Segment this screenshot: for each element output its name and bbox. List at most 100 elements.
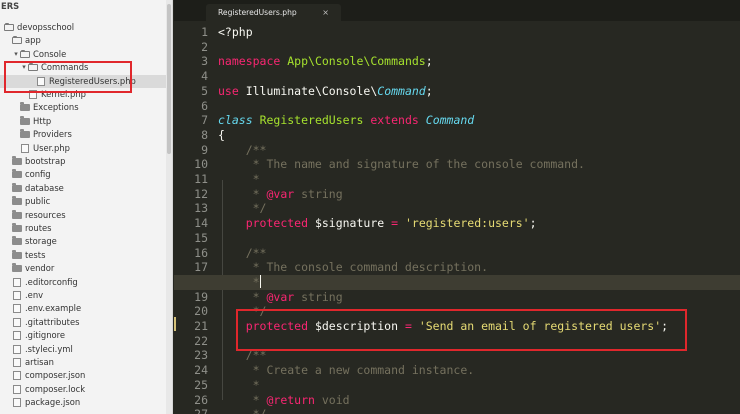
code-line-content: <?php: [218, 25, 253, 39]
tree-file[interactable]: .editorconfig: [0, 276, 166, 289]
code-token: string: [294, 289, 343, 304]
tree-file[interactable]: Kernel.php: [0, 88, 166, 101]
code-line[interactable]: *: [218, 172, 740, 187]
tree-folder[interactable]: tests: [0, 249, 166, 262]
tree-item-label: .gitattributes: [25, 316, 80, 327]
code-line[interactable]: namespace App\Console\Commands;: [218, 54, 740, 69]
code-line[interactable]: * @var string: [218, 290, 740, 305]
chevron-down-icon[interactable]: ▾: [12, 48, 20, 61]
tree-item-label: resources: [25, 209, 66, 220]
file-icon: [13, 371, 21, 381]
tree-file[interactable]: RegisteredUsers.php: [0, 74, 166, 88]
code-line[interactable]: [218, 334, 740, 349]
code-line[interactable]: * @var string: [218, 187, 740, 202]
tree-item-label: storage: [25, 236, 57, 247]
tree-folder[interactable]: app: [0, 34, 166, 47]
line-number: 12: [194, 186, 208, 201]
folder-icon: [12, 263, 22, 273]
file-icon: [13, 384, 21, 394]
line-number: 26: [194, 392, 208, 407]
tree-folder[interactable]: bootstrap: [0, 155, 166, 168]
line-number: 19: [194, 289, 208, 304]
code-line[interactable]: class RegisteredUsers extends Command: [218, 113, 740, 128]
code-line-content: namespace App\Console\Commands;: [218, 54, 433, 68]
tree-folder[interactable]: config: [0, 168, 166, 181]
tree-folder[interactable]: storage: [0, 235, 166, 248]
tree-file[interactable]: .gitattributes: [0, 316, 166, 329]
code-line[interactable]: * The name and signature of the console …: [218, 157, 740, 172]
tree-folder[interactable]: ▾ Commands: [0, 61, 166, 74]
code-area[interactable]: <?php namespace App\Console\Commands; use …: [174, 21, 740, 414]
tree-file[interactable]: composer.lock: [0, 383, 166, 396]
tree-item-label: database: [25, 182, 64, 193]
folder-icon: [12, 249, 22, 259]
code-line[interactable]: */: [218, 407, 740, 414]
code-token: $signature: [308, 216, 392, 231]
tree-file[interactable]: .styleci.yml: [0, 343, 166, 356]
chevron-down-icon[interactable]: ▾: [20, 61, 28, 74]
file-icon: [13, 277, 21, 287]
code-line[interactable]: */: [218, 304, 740, 319]
tree-folder[interactable]: Providers: [0, 128, 166, 141]
tree-folder[interactable]: resources: [0, 209, 166, 222]
line-number: 21: [194, 319, 208, 333]
tree-folder[interactable]: Http: [0, 115, 166, 128]
line-number: 10: [194, 157, 208, 172]
code-line[interactable]: *: [218, 378, 740, 393]
code-line[interactable]: * @return void: [218, 393, 740, 408]
sidebar-scrollbar[interactable]: [166, 0, 172, 414]
code-line[interactable]: {: [218, 128, 740, 143]
code-token: ;: [529, 216, 537, 231]
code-token: *: [218, 274, 260, 289]
tree-file[interactable]: artisan: [0, 356, 166, 369]
tree-item-label: composer.json: [25, 370, 86, 381]
code-token: *: [218, 186, 267, 201]
tree-file[interactable]: composer.json: [0, 369, 166, 382]
tree-file[interactable]: .env: [0, 289, 166, 302]
sidebar-scrollbar-thumb[interactable]: [167, 4, 171, 154]
code-line[interactable]: <?php: [218, 25, 740, 40]
tree-file[interactable]: .gitignore: [0, 329, 166, 342]
code-line[interactable]: use Illuminate\Console\Command;: [218, 84, 740, 99]
tree-folder[interactable]: public: [0, 195, 166, 208]
code-line[interactable]: [218, 40, 740, 55]
tree-item-label: .gitignore: [25, 330, 66, 341]
tree-folder[interactable]: vendor: [0, 262, 166, 275]
folder-open-icon: [12, 36, 22, 45]
code-line[interactable]: */: [218, 201, 740, 216]
code-token: * The console command description.: [218, 260, 489, 275]
tree-item-label: Http: [33, 115, 52, 126]
code-token: /**: [218, 142, 267, 157]
tab-close-icon[interactable]: ×: [322, 4, 329, 21]
code-line-content: * @return void: [218, 393, 350, 407]
code-line[interactable]: /**: [218, 348, 740, 363]
code-line-content: */: [218, 304, 267, 318]
code-line[interactable]: protected $description = 'Send an email …: [218, 319, 740, 334]
code-line[interactable]: [218, 69, 740, 84]
tree-file[interactable]: package.json: [0, 396, 166, 409]
code-line[interactable]: * Create a new command instance.: [218, 363, 740, 378]
tree-file[interactable]: User.php: [0, 142, 166, 155]
tab-registered-users[interactable]: RegisteredUsers.php ×: [206, 4, 341, 21]
line-number: 1: [201, 25, 208, 39]
tree-folder[interactable]: devopsschool: [0, 21, 166, 34]
tree-folder[interactable]: Exceptions: [0, 101, 166, 114]
code-editor[interactable]: RegisteredUsers.php × 1 2 3 4 5 6 7 8 9 10 11 12 13 1…: [174, 0, 740, 414]
code-line[interactable]: [218, 99, 740, 114]
tree-folder[interactable]: database: [0, 182, 166, 195]
tree-item-label: Exceptions: [33, 102, 79, 113]
tree-folder[interactable]: routes: [0, 222, 166, 235]
code-line[interactable]: * The console command description.: [218, 260, 740, 275]
code-line[interactable]: [218, 231, 740, 246]
tree-folder[interactable]: ▾ Console: [0, 48, 166, 61]
code-line[interactable]: /**: [218, 246, 740, 261]
line-number: 25: [194, 377, 208, 392]
line-number: 15: [194, 230, 208, 245]
code-line[interactable]: /**: [218, 143, 740, 158]
folder-icon: [12, 196, 22, 206]
code-line[interactable]: protected $signature = 'registered:users…: [218, 216, 740, 231]
code-line[interactable]: *: [174, 274, 740, 290]
code-token: RegisteredUsers: [259, 113, 364, 128]
tree-file[interactable]: .env.example: [0, 302, 166, 315]
